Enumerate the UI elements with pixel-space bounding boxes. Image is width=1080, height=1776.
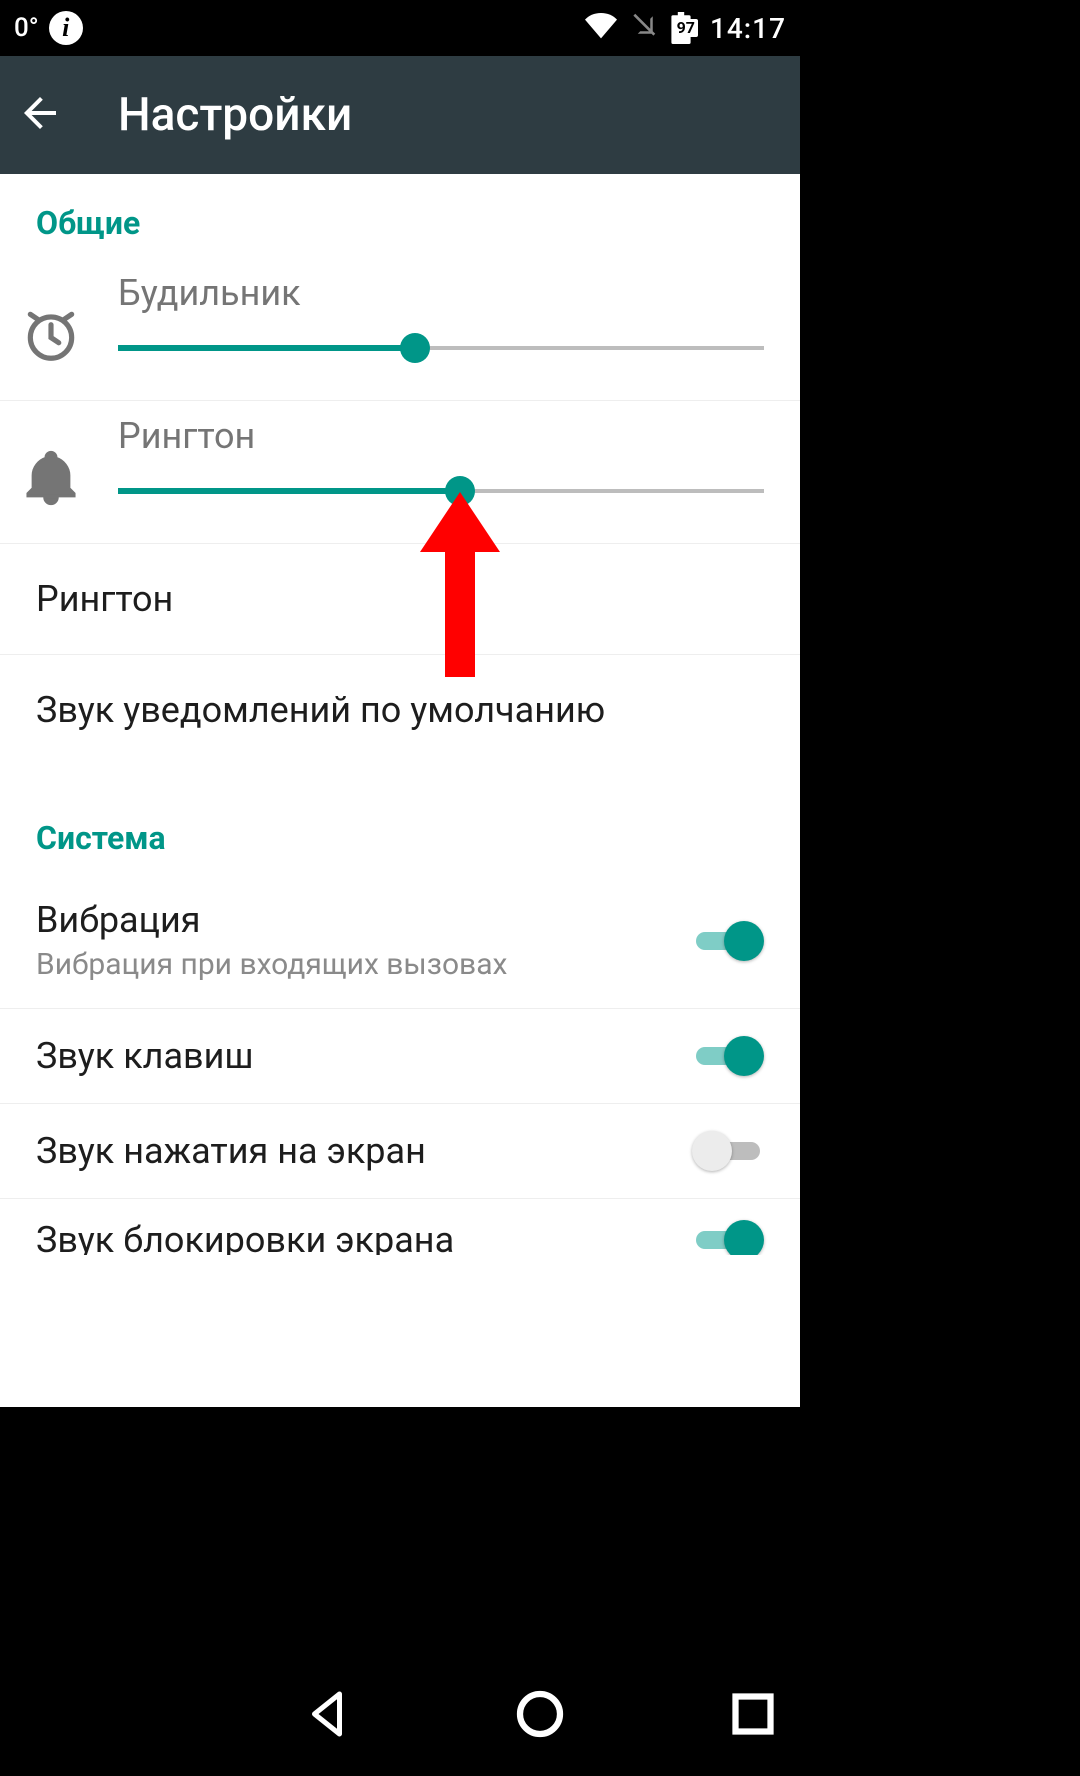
ringtone-picker-row[interactable]: Рингтон: [0, 544, 800, 655]
alarm-volume-row: Будильник: [0, 258, 800, 401]
android-nav-bar: [0, 1656, 1080, 1776]
no-sim-icon: [629, 10, 659, 47]
ringtone-volume-label: Рингтон: [118, 411, 764, 475]
settings-content: Общие Будильник: [0, 174, 800, 1407]
nav-home-button[interactable]: [510, 1684, 570, 1748]
lock-sound-switch[interactable]: [692, 1219, 764, 1255]
battery-percent: 97: [674, 19, 698, 37]
vibration-row[interactable]: Вибрация Вибрация при входящих вызовах: [0, 873, 800, 1009]
nav-back-button[interactable]: [297, 1684, 357, 1748]
default-notification-row[interactable]: Звук уведомлений по умолчанию: [0, 655, 800, 765]
battery-icon: 97: [671, 12, 698, 44]
section-header-general: Общие: [0, 174, 800, 258]
wifi-icon: [585, 9, 617, 48]
alarm-volume-slider[interactable]: [118, 332, 764, 364]
vibration-subtitle: Вибрация при входящих вызовах: [36, 947, 672, 982]
vibration-title: Вибрация: [36, 899, 672, 941]
key-sound-switch[interactable]: [692, 1035, 764, 1077]
key-sound-row[interactable]: Звук клавиш: [0, 1009, 800, 1104]
status-bar: 0° i 97 14:17: [0, 0, 800, 56]
tap-sound-switch[interactable]: [692, 1130, 764, 1172]
app-bar: Настройки: [0, 56, 800, 174]
nav-recent-button[interactable]: [723, 1684, 783, 1748]
lock-sound-row[interactable]: Звук блокировки экрана: [0, 1199, 800, 1255]
section-header-system: Система: [0, 765, 800, 873]
ringtone-volume-slider[interactable]: [118, 475, 764, 507]
page-title: Настройки: [118, 88, 352, 142]
vibration-switch[interactable]: [692, 920, 764, 962]
alarm-icon: [12, 304, 90, 366]
key-sound-title: Звук клавиш: [36, 1035, 672, 1077]
alarm-volume-label: Будильник: [118, 268, 764, 332]
bell-icon: [12, 447, 90, 509]
status-clock: 14:17: [710, 12, 786, 45]
info-icon: i: [49, 11, 83, 45]
tap-sound-row[interactable]: Звук нажатия на экран: [0, 1104, 800, 1199]
lock-sound-title: Звук блокировки экрана: [36, 1219, 672, 1255]
status-temperature: 0°: [14, 13, 39, 43]
ringtone-volume-row: Рингтон: [0, 401, 800, 544]
back-button[interactable]: [16, 89, 64, 141]
tap-sound-title: Звук нажатия на экран: [36, 1130, 672, 1172]
